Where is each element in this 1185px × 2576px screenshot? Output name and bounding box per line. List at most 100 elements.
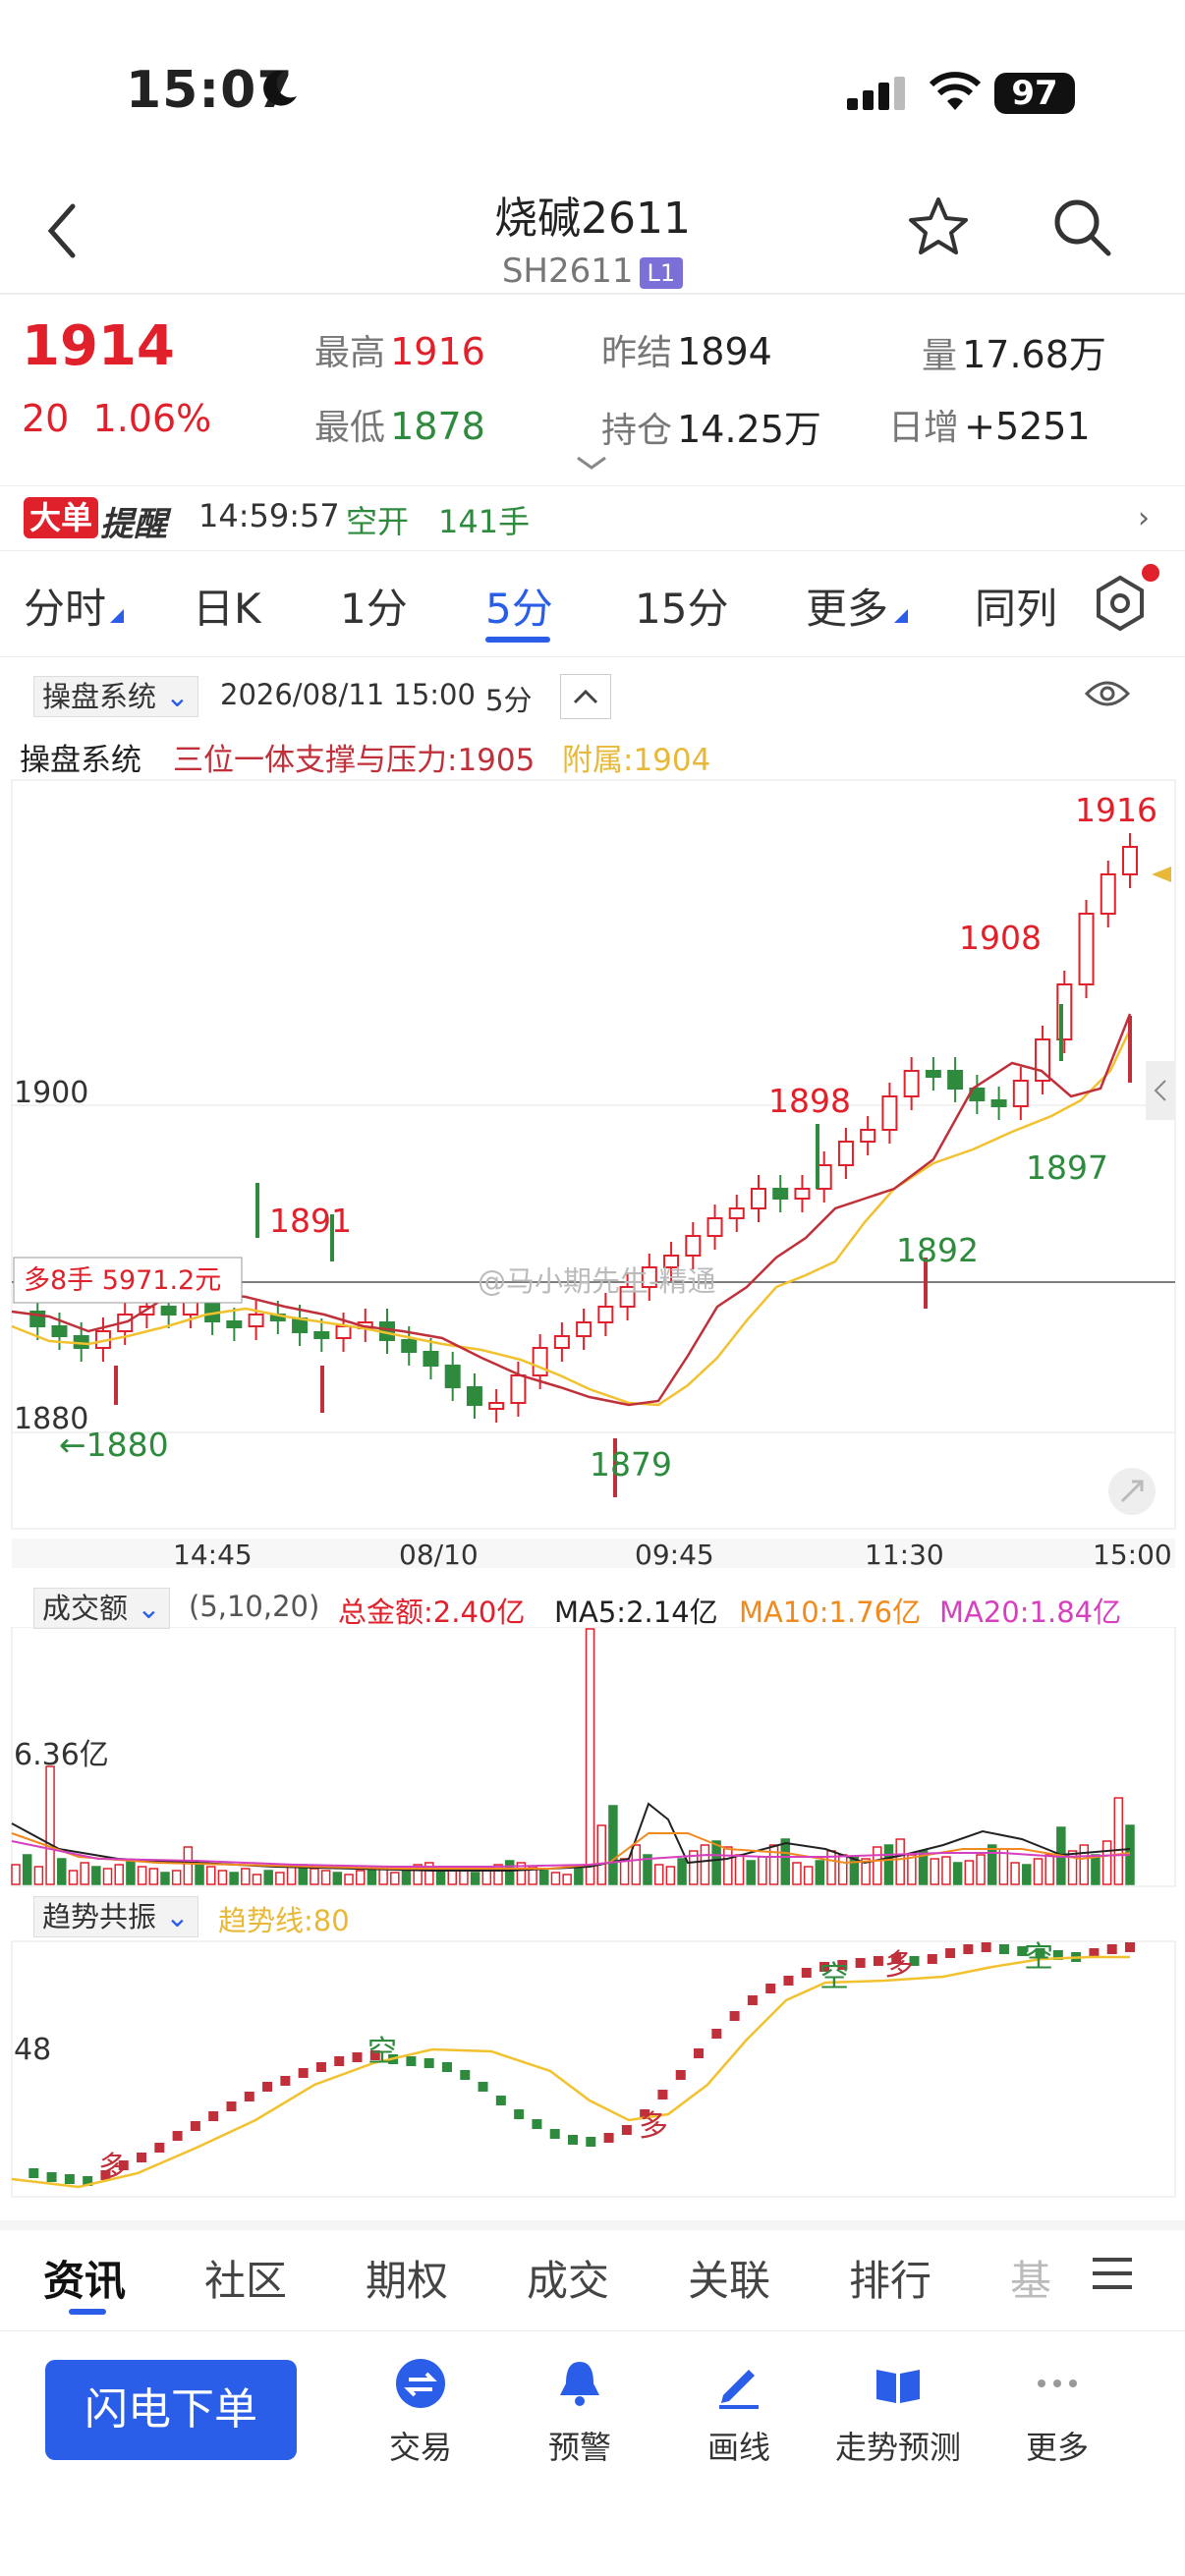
trend-block <box>208 2111 219 2121</box>
volume-bar <box>952 1862 963 1885</box>
volume-bar <box>1044 1854 1054 1885</box>
volume-bar <box>562 1874 572 1885</box>
side-handle[interactable] <box>1146 1061 1175 1120</box>
trade-button[interactable]: 交易 <box>342 2358 499 2466</box>
draw-button[interactable]: 画线 <box>660 2358 818 2466</box>
trend-block <box>46 2172 57 2182</box>
volume-bar <box>229 1872 239 1885</box>
bell-icon <box>560 2362 599 2406</box>
trend-block <box>873 1956 883 1966</box>
bottom-tab-ranking[interactable]: 排行 <box>849 2248 931 2308</box>
tab-active-indicator <box>485 637 550 643</box>
trend-selector[interactable]: 趋势共振 ⌄ <box>33 1896 198 1937</box>
tab-timeshare[interactable]: 分时 <box>24 576 106 636</box>
forecast-button[interactable]: 走势预测 <box>819 2358 977 2466</box>
tab-more[interactable]: 更多 <box>806 576 888 636</box>
low-label: 最低 <box>314 408 386 448</box>
search-icon[interactable] <box>1049 195 1114 259</box>
trend-block <box>226 2101 237 2111</box>
low-row: 最低 1878 <box>314 399 485 450</box>
menu-icon[interactable] <box>1093 2256 1136 2291</box>
volume-bar <box>539 1870 549 1885</box>
notification-dot <box>1142 564 1159 582</box>
tab-15min[interactable]: 15分 <box>635 576 728 636</box>
volume-bar <box>574 1868 584 1885</box>
trend-border <box>11 1940 1176 2198</box>
candle <box>947 1070 964 1090</box>
bottom-tab-options[interactable]: 期权 <box>366 2248 448 2308</box>
big-order-alert[interactable] <box>0 487 1185 548</box>
volume-bar <box>275 1872 285 1885</box>
volume-params: (5,10,20) <box>189 1590 320 1623</box>
volume-bar <box>470 1872 480 1885</box>
bottom-tab-trades[interactable]: 成交 <box>527 2248 609 2308</box>
code-text: SH2611 <box>501 252 634 291</box>
tab-daily-k[interactable]: 日K <box>193 576 261 636</box>
volume-bar <box>91 1866 101 1885</box>
battery-indicator: 97 <box>994 73 1075 114</box>
settings-hex-icon[interactable] <box>1091 574 1150 633</box>
volume-bar <box>550 1872 561 1885</box>
trend-block <box>981 1942 991 1952</box>
trend-block <box>657 2090 668 2100</box>
trend-block <box>963 1944 974 1954</box>
tab-same-list[interactable]: 同列 <box>975 576 1057 636</box>
volume-bar <box>1022 1864 1032 1885</box>
candle <box>1100 873 1116 915</box>
more-button[interactable]: 更多 <box>979 2358 1136 2466</box>
candle <box>444 1365 461 1388</box>
volume-bar <box>148 1868 159 1885</box>
flash-order-button[interactable]: 闪电下单 <box>45 2360 297 2460</box>
trend-mark: 空 <box>367 2035 397 2069</box>
bottom-tab-community[interactable]: 社区 <box>204 2248 287 2308</box>
volume-bar <box>987 1844 997 1885</box>
candlestick-chart[interactable]: 1900 1880 1916 1908 1898 1891 1897 1892 … <box>0 776 1185 1582</box>
collapse-button[interactable] <box>560 674 611 719</box>
tab-5min[interactable]: 5分 <box>485 576 553 636</box>
price-change: 20 1.06% <box>22 397 211 440</box>
volume-bar <box>447 1870 457 1885</box>
alert-button[interactable]: 预警 <box>501 2358 658 2466</box>
expand-chevron-icon[interactable] <box>574 454 609 474</box>
bottom-tab-related[interactable]: 关联 <box>688 2248 770 2308</box>
volume-bar <box>390 1872 400 1885</box>
volume-bar <box>653 1864 664 1885</box>
alert-chevron-icon[interactable]: › <box>1138 501 1150 535</box>
x-axis-label: 11:30 <box>865 1539 944 1571</box>
trend-mark: 多 <box>884 1948 914 1983</box>
chart-period: 5分 <box>485 684 533 717</box>
open-interest-row: 持仓 14.25万 <box>601 399 821 453</box>
volume-bar <box>976 1854 986 1885</box>
candle <box>837 1141 854 1166</box>
chevron-down-icon: ⌄ <box>165 1900 190 1933</box>
dropdown-corner-icon <box>110 609 124 623</box>
volume-selector[interactable]: 成交额 ⌄ <box>33 1588 170 1629</box>
trend-block <box>406 2056 417 2066</box>
favorite-star-icon[interactable] <box>906 195 971 259</box>
volume-bar <box>263 1870 273 1885</box>
tab-1min[interactable]: 1分 <box>340 576 408 636</box>
high-row: 最高 1916 <box>314 324 485 375</box>
alert-badge-text: 提醒 <box>100 505 167 544</box>
volume-bar <box>734 1854 745 1885</box>
volume-bar <box>310 1868 319 1885</box>
annotation: 1897 <box>1026 1148 1108 1187</box>
bottom-tab-news[interactable]: 资讯 <box>43 2248 126 2308</box>
bottom-tab-basis[interactable]: 基 <box>1010 2248 1051 2308</box>
candle <box>553 1335 570 1349</box>
candle <box>860 1129 876 1143</box>
volume-label: 量 <box>922 336 958 376</box>
volume-bar <box>1079 1844 1089 1885</box>
price-marker-icon <box>1152 867 1171 882</box>
annotation-high: 1916 <box>1075 791 1157 829</box>
system-selector[interactable]: 操盘系统 ⌄ <box>33 676 198 717</box>
alert-label: 预警 <box>547 2429 611 2466</box>
trend-block <box>423 2058 434 2068</box>
alert-time: 14:59:57 <box>198 497 340 534</box>
volume-ma20: MA20:1.84亿 <box>939 1596 1122 1629</box>
eye-icon[interactable] <box>1083 676 1132 711</box>
candle <box>881 1095 898 1131</box>
volume-bar <box>1010 1862 1020 1885</box>
trend-block <box>603 2133 614 2143</box>
volume-bar <box>355 1870 366 1885</box>
